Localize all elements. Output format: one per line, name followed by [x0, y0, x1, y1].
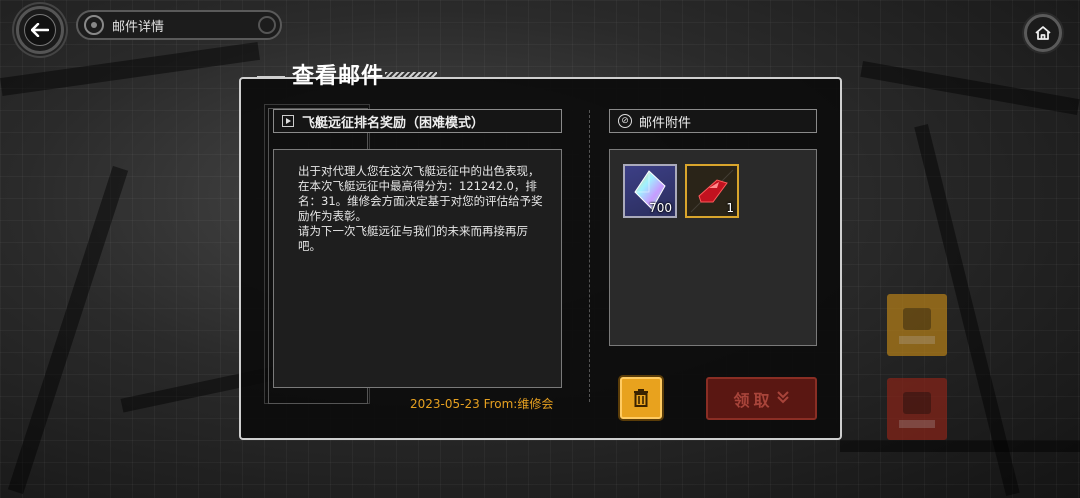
play-icon — [282, 115, 294, 127]
home-icon — [1035, 26, 1051, 40]
title-hatch-deco — [385, 72, 437, 79]
panel-title: 查看邮件 — [292, 63, 385, 89]
back-arrow-icon — [31, 23, 49, 37]
side-event-card[interactable] — [887, 378, 947, 440]
title-line — [257, 76, 285, 78]
attachments-title: 邮件附件 — [639, 115, 692, 131]
mail-body-box[interactable]: 出于对代理人您在这次飞艇远征中的出色表现，在本次飞艇远征中最高得分为：12124… — [273, 149, 562, 388]
home-button[interactable] — [1024, 14, 1062, 52]
page-title: 邮件详情 — [112, 19, 165, 35]
item-count: 700 — [649, 201, 672, 215]
claim-label: 领取 — [733, 390, 774, 410]
header-title-bar: 邮件详情 — [76, 10, 282, 40]
column-divider — [589, 110, 590, 402]
attachment-item[interactable]: 1 — [685, 164, 739, 218]
attachments-header: ⊘ 邮件附件 — [609, 109, 817, 133]
mail-from: From:维修会 — [483, 397, 554, 411]
mail-meta: 2023-05-23 From:维修会 — [410, 395, 553, 412]
reel-icon — [84, 15, 104, 35]
trash-icon — [634, 389, 648, 407]
mail-date: 2023-05-23 — [410, 397, 480, 411]
claim-button[interactable]: 领取 — [706, 377, 817, 420]
delete-button[interactable] — [620, 377, 662, 419]
paperclip-icon: ⊘ — [618, 114, 632, 128]
knob-icon — [258, 16, 276, 34]
double-chevron-down-icon — [776, 390, 790, 408]
attachment-item[interactable]: 700 — [623, 164, 677, 218]
item-count: 1 — [726, 201, 734, 215]
side-event-card[interactable] — [887, 294, 947, 356]
mail-body-text: 出于对代理人您在这次飞艇远征中的出色表现，在本次飞艇远征中最高得分为：12124… — [298, 164, 543, 253]
mail-subject: 飞艇远征排名奖励（困难模式） — [302, 115, 485, 131]
back-button[interactable] — [16, 6, 64, 54]
mail-subject-bar: 飞艇远征排名奖励（困难模式） — [273, 109, 562, 133]
